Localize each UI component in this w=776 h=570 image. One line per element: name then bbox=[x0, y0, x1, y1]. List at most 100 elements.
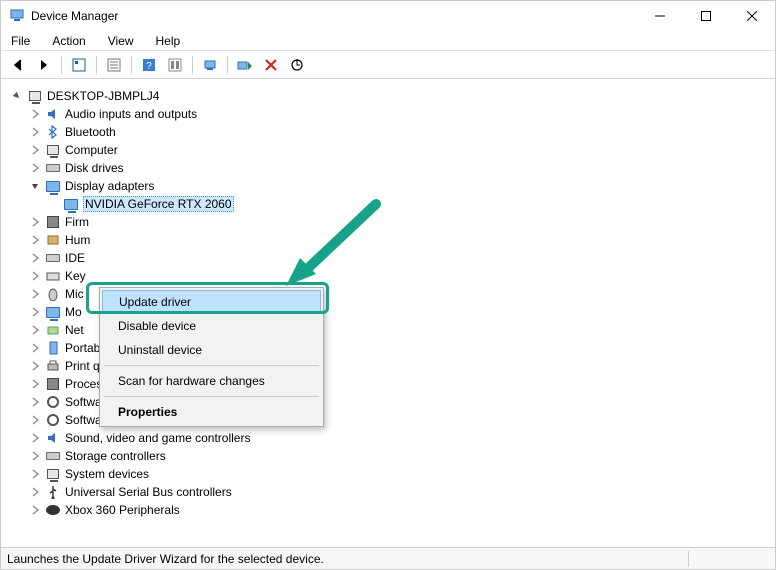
expand-icon[interactable] bbox=[29, 450, 41, 462]
tree-category-label: Computer bbox=[65, 143, 118, 157]
expand-icon[interactable] bbox=[29, 216, 41, 228]
bluetooth-icon bbox=[45, 124, 61, 140]
back-button[interactable] bbox=[7, 54, 29, 76]
tree-category[interactable]: Hum bbox=[11, 231, 775, 249]
pc-icon bbox=[45, 142, 61, 158]
help-button[interactable]: ? bbox=[138, 54, 160, 76]
device-tree[interactable]: DESKTOP-JBMPLJ4 Audio inputs and outputs… bbox=[1, 79, 775, 539]
audio-icon bbox=[45, 430, 61, 446]
monitor-icon bbox=[45, 304, 61, 320]
tree-category[interactable]: Disk drives bbox=[11, 159, 775, 177]
tree-root-label: DESKTOP-JBMPLJ4 bbox=[47, 89, 159, 103]
window-title: Device Manager bbox=[31, 9, 118, 23]
mouse-icon bbox=[45, 286, 61, 302]
toolbar-separator bbox=[131, 56, 132, 74]
context-menu-item[interactable]: Disable device bbox=[102, 314, 321, 338]
net-icon bbox=[45, 322, 61, 338]
tree-category-label: Sound, video and game controllers bbox=[65, 431, 250, 445]
toolbar-separator bbox=[192, 56, 193, 74]
gamepad-icon bbox=[45, 502, 61, 518]
collapse-icon[interactable] bbox=[29, 180, 41, 192]
tree-category[interactable]: Audio inputs and outputs bbox=[11, 105, 775, 123]
forward-button[interactable] bbox=[33, 54, 55, 76]
monitor-icon bbox=[45, 178, 61, 194]
chip-icon bbox=[45, 214, 61, 230]
toolbar-separator bbox=[96, 56, 97, 74]
context-menu-separator bbox=[104, 365, 319, 366]
toolbar-button[interactable] bbox=[164, 54, 186, 76]
expand-icon[interactable] bbox=[29, 396, 41, 408]
context-menu-item[interactable]: Properties bbox=[102, 400, 321, 424]
tree-category[interactable]: Bluetooth bbox=[11, 123, 775, 141]
tree-category-label: Bluetooth bbox=[65, 125, 116, 139]
tree-category[interactable]: Storage controllers bbox=[11, 447, 775, 465]
expand-icon[interactable] bbox=[29, 360, 41, 372]
show-hidden-button[interactable] bbox=[68, 54, 90, 76]
expand-icon[interactable] bbox=[29, 270, 41, 282]
tree-category-label: Key bbox=[65, 269, 86, 283]
expand-icon[interactable] bbox=[29, 414, 41, 426]
tree-category-label: Mic bbox=[65, 287, 84, 301]
update-driver-button[interactable] bbox=[199, 54, 221, 76]
context-menu: Update driverDisable deviceUninstall dev… bbox=[99, 287, 324, 427]
monitor-icon bbox=[63, 196, 79, 212]
drive-icon bbox=[45, 448, 61, 464]
context-menu-item[interactable]: Update driver bbox=[102, 290, 321, 314]
tree-category[interactable]: IDE bbox=[11, 249, 775, 267]
tree-category[interactable]: Computer bbox=[11, 141, 775, 159]
tree-category[interactable]: Firm bbox=[11, 213, 775, 231]
tree-category[interactable]: Key bbox=[11, 267, 775, 285]
uninstall-device-button[interactable] bbox=[260, 54, 282, 76]
toolbar-separator bbox=[227, 56, 228, 74]
tree-category-label: Net bbox=[65, 323, 84, 337]
expand-icon[interactable] bbox=[29, 234, 41, 246]
maximize-button[interactable] bbox=[683, 1, 729, 31]
statusbar: Launches the Update Driver Wizard for th… bbox=[1, 547, 775, 569]
tree-category[interactable]: System devices bbox=[11, 465, 775, 483]
tree-device[interactable]: NVIDIA GeForce RTX 2060 bbox=[11, 195, 775, 213]
tree-category[interactable]: Sound, video and game controllers bbox=[11, 429, 775, 447]
minimize-button[interactable] bbox=[637, 1, 683, 31]
collapse-icon[interactable] bbox=[11, 90, 23, 102]
computer-icon bbox=[27, 88, 43, 104]
expand-icon[interactable] bbox=[29, 324, 41, 336]
tree-root[interactable]: DESKTOP-JBMPLJ4 bbox=[11, 87, 775, 105]
tree-category-label: Display adapters bbox=[65, 179, 154, 193]
expand-icon[interactable] bbox=[29, 288, 41, 300]
expand-icon[interactable] bbox=[29, 126, 41, 138]
menu-action[interactable]: Action bbox=[48, 33, 89, 49]
gear-icon bbox=[45, 394, 61, 410]
titlebar: Device Manager bbox=[1, 1, 775, 31]
menu-view[interactable]: View bbox=[104, 33, 138, 49]
expand-icon[interactable] bbox=[29, 144, 41, 156]
expand-icon[interactable] bbox=[29, 504, 41, 516]
expand-icon[interactable] bbox=[29, 432, 41, 444]
properties-button[interactable] bbox=[103, 54, 125, 76]
tree-category-label: Disk drives bbox=[65, 161, 124, 175]
tree-device-label: NVIDIA GeForce RTX 2060 bbox=[83, 196, 234, 212]
menu-file[interactable]: File bbox=[7, 33, 34, 49]
expand-icon[interactable] bbox=[29, 378, 41, 390]
tree-category[interactable]: Display adapters bbox=[11, 177, 775, 195]
tree-category[interactable]: Universal Serial Bus controllers bbox=[11, 483, 775, 501]
scan-hardware-button[interactable] bbox=[286, 54, 308, 76]
menu-help[interactable]: Help bbox=[152, 33, 185, 49]
context-menu-item[interactable]: Scan for hardware changes bbox=[102, 369, 321, 393]
tree-category-label: System devices bbox=[65, 467, 149, 481]
tree-category-label: Audio inputs and outputs bbox=[65, 107, 197, 121]
tree-category[interactable]: Xbox 360 Peripherals bbox=[11, 501, 775, 519]
expand-icon[interactable] bbox=[29, 342, 41, 354]
enable-device-button[interactable] bbox=[234, 54, 256, 76]
context-menu-separator bbox=[104, 396, 319, 397]
expand-icon[interactable] bbox=[29, 108, 41, 120]
toolbar-separator bbox=[61, 56, 62, 74]
expand-icon[interactable] bbox=[29, 252, 41, 264]
expand-icon[interactable] bbox=[29, 306, 41, 318]
expand-icon[interactable] bbox=[29, 486, 41, 498]
hid-icon bbox=[45, 232, 61, 248]
expand-icon[interactable] bbox=[29, 162, 41, 174]
close-button[interactable] bbox=[729, 1, 775, 31]
expand-icon[interactable] bbox=[29, 468, 41, 480]
usb-icon bbox=[45, 484, 61, 500]
context-menu-item[interactable]: Uninstall device bbox=[102, 338, 321, 362]
